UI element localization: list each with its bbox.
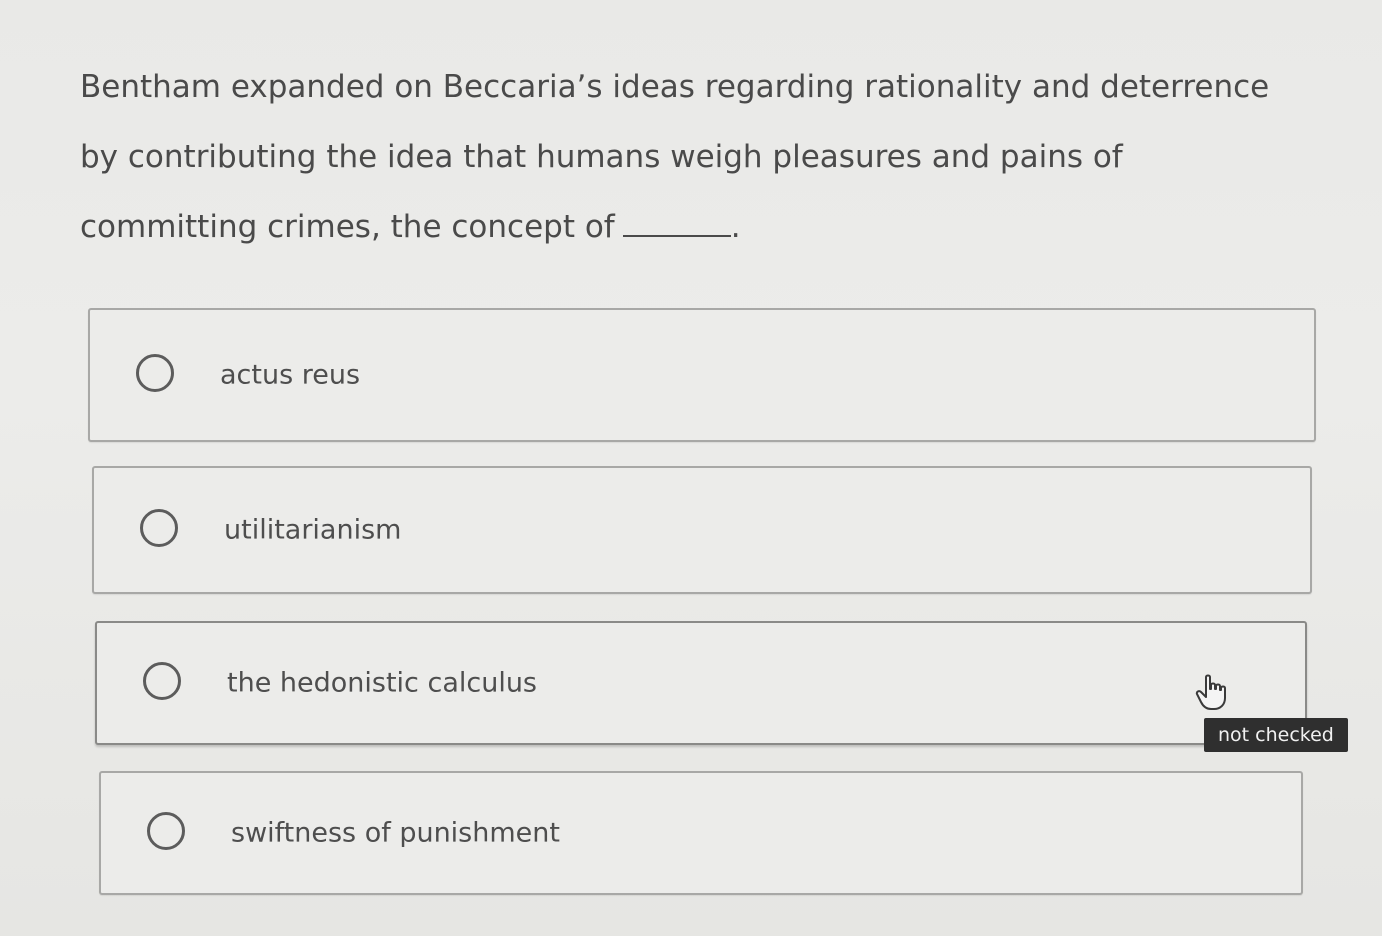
radio-button[interactable] (147, 812, 185, 850)
question-trailing-punctuation: . (730, 209, 741, 245)
answer-option-utilitarianism[interactable]: utilitarianism (92, 466, 1312, 594)
answer-option-label: swiftness of punishment (231, 817, 560, 849)
radio-button[interactable] (136, 354, 174, 392)
answer-blank (622, 207, 731, 237)
answer-option-actus-reus[interactable]: actus reus (88, 308, 1316, 442)
answer-option-swiftness-of-punishment[interactable]: swiftness of punishment (99, 771, 1303, 895)
radio-button[interactable] (140, 509, 178, 547)
answer-option-label: actus reus (220, 359, 361, 391)
answer-option-label: the hedonistic calculus (227, 667, 537, 699)
tooltip: not checked (1204, 718, 1348, 752)
radio-button[interactable] (143, 662, 181, 700)
hand-pointer-icon (1195, 674, 1226, 710)
question-prompt: Bentham expanded on Beccaria’s ideas reg… (80, 52, 1280, 262)
answer-option-label: utilitarianism (224, 514, 402, 546)
answer-option-hedonistic-calculus[interactable]: the hedonistic calculus (95, 621, 1307, 745)
